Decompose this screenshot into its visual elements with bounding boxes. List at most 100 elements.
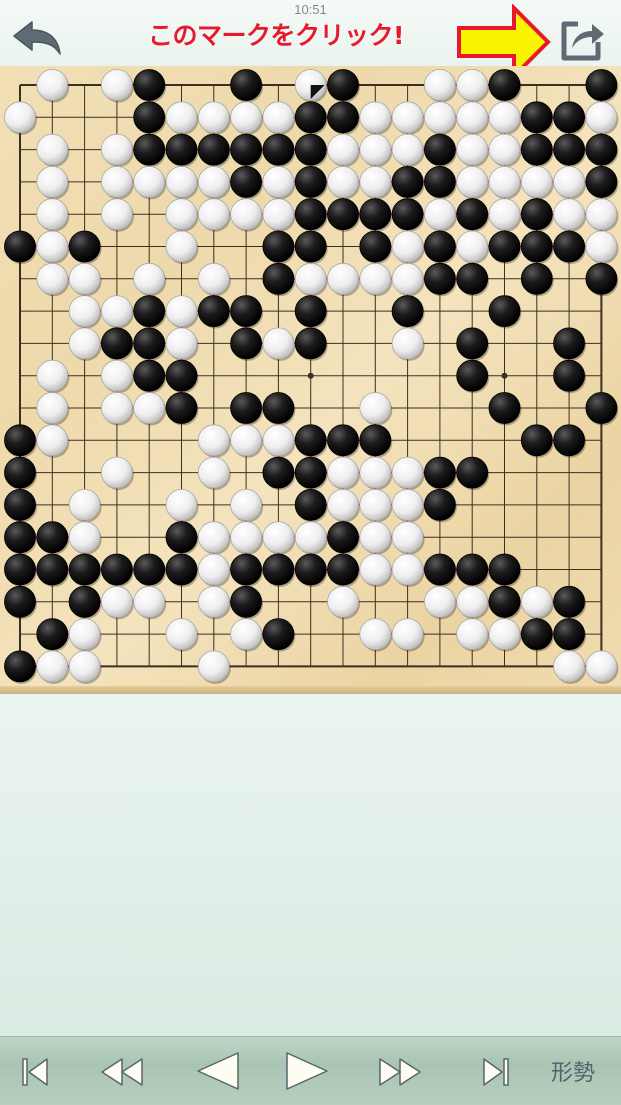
black-stone <box>423 488 457 523</box>
white-stone <box>359 456 393 491</box>
black-stone <box>230 295 264 329</box>
white-stone <box>359 553 393 587</box>
forward-button[interactable] <box>370 1047 430 1095</box>
board-edge <box>0 686 621 694</box>
black-stone <box>327 424 360 458</box>
white-stone <box>165 230 199 264</box>
black-stone <box>585 166 619 200</box>
black-stone <box>423 456 457 491</box>
white-stone <box>68 521 102 555</box>
white-stone <box>553 198 587 232</box>
black-stone <box>165 521 199 555</box>
back-arrow-icon <box>13 21 61 55</box>
black-stone <box>294 295 328 329</box>
white-stone <box>68 262 102 297</box>
share-export-icon <box>561 21 604 61</box>
black-stone <box>391 198 425 232</box>
black-stone <box>327 198 360 232</box>
black-stone <box>4 553 37 587</box>
black-stone <box>4 650 37 684</box>
white-stone <box>488 618 522 652</box>
white-stone <box>36 392 70 426</box>
back-button[interactable] <box>10 18 66 62</box>
black-stone <box>133 359 167 394</box>
black-stone <box>294 488 328 523</box>
black-stone <box>327 69 360 103</box>
white-stone <box>456 101 490 135</box>
white-stone <box>359 133 393 168</box>
black-stone <box>133 69 167 103</box>
white-stone <box>391 618 425 652</box>
black-stone <box>294 166 328 200</box>
white-stone <box>327 133 360 168</box>
white-stone <box>36 166 70 200</box>
fast-forward-icon <box>379 1058 421 1086</box>
white-stone <box>101 359 134 394</box>
skip-to-last-icon <box>483 1058 509 1086</box>
white-stone <box>456 69 490 103</box>
black-stone <box>197 295 231 329</box>
white-stone <box>327 488 360 523</box>
black-stone <box>294 101 328 135</box>
white-stone <box>553 650 587 684</box>
black-stone <box>133 327 167 361</box>
white-stone <box>391 327 425 361</box>
share-button[interactable] <box>558 16 606 62</box>
black-stone <box>230 392 264 426</box>
black-stone <box>230 553 264 587</box>
black-stone <box>101 553 134 587</box>
white-stone <box>133 585 167 620</box>
black-stone <box>488 392 522 426</box>
go-board[interactable] <box>0 66 621 692</box>
white-stone <box>391 456 425 491</box>
black-stone <box>520 133 554 168</box>
white-stone <box>101 456 134 491</box>
black-stone <box>456 198 490 232</box>
black-stone <box>585 392 619 426</box>
rewind-button[interactable] <box>92 1047 152 1095</box>
white-stone <box>391 230 425 264</box>
white-stone <box>101 392 134 426</box>
white-stone <box>262 198 296 232</box>
white-stone <box>101 133 134 168</box>
white-stone <box>36 69 70 103</box>
previous-move-button[interactable] <box>188 1047 248 1095</box>
black-stone <box>133 101 167 135</box>
black-stone <box>36 618 70 652</box>
white-stone <box>327 456 360 491</box>
black-stone <box>133 133 167 168</box>
white-stone <box>585 198 619 232</box>
black-stone <box>262 456 296 491</box>
white-stone <box>197 166 231 200</box>
white-stone <box>133 262 167 297</box>
white-stone <box>230 101 264 135</box>
white-stone <box>36 133 70 168</box>
white-stone <box>230 618 264 652</box>
white-stone <box>36 424 70 458</box>
black-stone <box>456 327 490 361</box>
white-stone <box>68 618 102 652</box>
black-stone <box>456 456 490 491</box>
black-stone <box>520 618 554 652</box>
fast-rewind-icon <box>101 1058 143 1086</box>
black-stone <box>68 585 102 620</box>
black-stone <box>553 359 587 394</box>
white-stone <box>68 650 102 684</box>
first-move-button[interactable] <box>5 1047 65 1095</box>
white-stone <box>262 327 296 361</box>
white-stone <box>488 133 522 168</box>
black-stone <box>423 262 457 297</box>
white-stone <box>585 101 619 135</box>
black-stone <box>456 359 490 394</box>
white-stone <box>197 553 231 587</box>
last-move-button[interactable] <box>466 1047 526 1095</box>
black-stone <box>68 230 102 264</box>
black-stone <box>294 230 328 264</box>
white-stone <box>101 198 134 232</box>
black-stone <box>553 133 587 168</box>
black-stone <box>68 553 102 587</box>
white-stone <box>359 262 393 297</box>
white-stone <box>456 166 490 200</box>
next-move-button[interactable] <box>277 1047 337 1095</box>
situation-button[interactable]: 形勢 <box>543 1047 603 1095</box>
